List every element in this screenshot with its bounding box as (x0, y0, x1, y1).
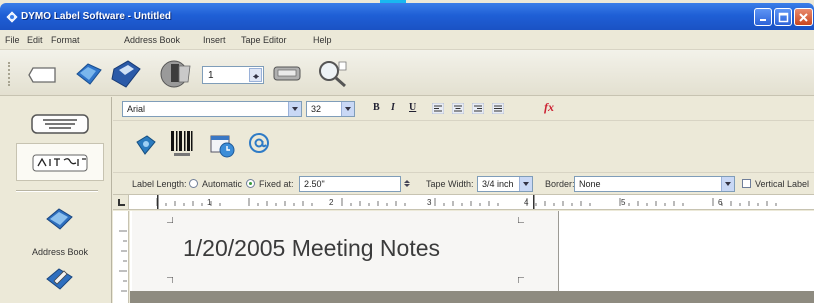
insert-image-icon[interactable] (135, 134, 157, 156)
tape-text-icon (32, 154, 88, 172)
menu-file[interactable]: File (5, 35, 20, 45)
automatic-radio[interactable] (189, 179, 198, 188)
align-center-icon[interactable] (452, 103, 464, 114)
vertical-label-checkbox[interactable] (742, 179, 751, 188)
fixed-at-label[interactable]: Fixed at: (259, 179, 294, 189)
main-toolbar: 1 (0, 50, 814, 96)
insert-date-time-icon[interactable] (210, 134, 236, 158)
accent-mark (380, 0, 406, 3)
format-toolbar: Arial 32 B I U fx (113, 97, 814, 121)
tape-width-select[interactable]: 3/4 inch (477, 176, 533, 192)
crop-mark-bottom-left (167, 277, 173, 283)
tape-editor-button[interactable] (16, 143, 104, 181)
crop-mark-top-right (518, 217, 524, 223)
border-value: None (579, 179, 601, 189)
menu-help[interactable]: Help (313, 35, 332, 45)
label-text[interactable]: 1/20/2005 Meeting Notes (183, 235, 440, 262)
print-preview-icon[interactable] (315, 58, 349, 88)
chevron-down-icon[interactable] (341, 102, 354, 116)
left-pane-divider (16, 190, 98, 192)
font-name-select[interactable]: Arial (122, 101, 302, 117)
minimize-button[interactable] (754, 8, 772, 26)
crop-mark-bottom-right (518, 277, 524, 283)
minimize-icon (760, 19, 766, 21)
insert-toolbar (113, 122, 814, 172)
insert-email-icon[interactable] (248, 132, 270, 154)
menu-format[interactable]: Format (51, 35, 80, 45)
chevron-down-icon[interactable] (288, 102, 301, 116)
ruler-number: 6 (718, 198, 723, 207)
border-select[interactable]: None (574, 176, 735, 192)
canvas-background (130, 291, 814, 303)
border-label: Border: (545, 179, 575, 189)
font-size-select[interactable]: 32 (306, 101, 355, 117)
toolbar-grip[interactable] (8, 62, 11, 86)
ruler-number: 3 (427, 198, 432, 207)
left-pane: Address Book (0, 97, 112, 303)
label-paper[interactable]: 1/20/2005 Meeting Notes (132, 211, 559, 291)
bold-button[interactable]: B (373, 102, 380, 113)
label-tape-icon (31, 114, 89, 134)
align-justify-icon[interactable] (492, 103, 504, 114)
vertical-label-text[interactable]: Vertical Label (755, 179, 809, 189)
ruler-number: 5 (621, 198, 626, 207)
open-icon[interactable] (74, 60, 104, 88)
dymo-app-icon (6, 11, 18, 23)
automatic-label[interactable]: Automatic (202, 179, 242, 189)
app-window: DYMO Label Software - Untitled File Edit… (0, 0, 814, 303)
label-printer-icon[interactable] (272, 61, 302, 85)
maximize-icon (778, 12, 789, 23)
fixed-length-spin-button[interactable] (403, 177, 412, 191)
insert-barcode-icon[interactable] (170, 130, 194, 158)
chevron-down-icon[interactable] (519, 177, 532, 191)
editor-area: Arial 32 B I U fx Label Length: Automati… (113, 97, 814, 303)
fixed-length-field[interactable]: 2.50" (299, 176, 401, 192)
title-bar[interactable]: DYMO Label Software - Untitled (0, 3, 814, 30)
tape-width-label: Tape Width: (426, 179, 474, 189)
tape-width-value: 3/4 inch (482, 179, 514, 189)
close-icon (799, 13, 808, 22)
underline-button[interactable]: U (409, 102, 416, 113)
address-book-edit-icon[interactable] (44, 263, 74, 293)
label-canvas[interactable]: 1/20/2005 Meeting Notes (130, 211, 814, 303)
align-left-icon[interactable] (432, 103, 444, 114)
menu-address-book[interactable]: Address Book (124, 35, 180, 45)
vertical-ruler (113, 211, 129, 303)
menu-tape-editor[interactable]: Tape Editor (241, 35, 287, 45)
close-button[interactable] (794, 8, 813, 26)
print-icon[interactable] (158, 58, 194, 90)
fx-button[interactable]: fx (544, 100, 554, 115)
address-book-icon[interactable] (44, 205, 74, 233)
fixed-length-value: 2.50" (304, 179, 325, 189)
vertical-ruler-ticks (119, 230, 127, 292)
maximize-button[interactable] (774, 8, 792, 26)
label-properties-bar: Label Length: Automatic Fixed at: 2.50" … (113, 172, 814, 194)
menu-bar: File Edit Format Address Book Insert Tap… (0, 30, 814, 50)
ruler-ticks (156, 195, 777, 209)
horizontal-ruler: 1 2 3 4 5 6 (113, 194, 814, 210)
copies-spin-button[interactable] (249, 68, 262, 82)
label-length-label: Label Length: (132, 179, 187, 189)
tab-stop-icon[interactable] (113, 195, 129, 209)
ruler-number: 4 (524, 198, 529, 207)
fixed-at-radio[interactable] (246, 179, 255, 188)
new-label-icon[interactable] (28, 64, 58, 86)
crop-mark-top-left (167, 217, 173, 223)
save-icon[interactable] (110, 59, 142, 89)
chevron-down-icon[interactable] (721, 177, 734, 191)
menu-insert[interactable]: Insert (203, 35, 226, 45)
menu-edit[interactable]: Edit (27, 35, 43, 45)
italic-button[interactable]: I (391, 102, 395, 113)
ruler-number: 2 (329, 198, 334, 207)
copies-value: 1 (208, 70, 214, 81)
align-right-icon[interactable] (472, 103, 484, 114)
address-book-label[interactable]: Address Book (20, 247, 100, 257)
label-editor-button[interactable] (16, 105, 104, 143)
font-size-value: 32 (311, 104, 322, 114)
window-title: DYMO Label Software - Untitled (21, 11, 172, 22)
copies-stepper[interactable]: 1 (202, 66, 264, 84)
ruler-number: 1 (207, 198, 212, 207)
font-name-value: Arial (127, 104, 146, 114)
